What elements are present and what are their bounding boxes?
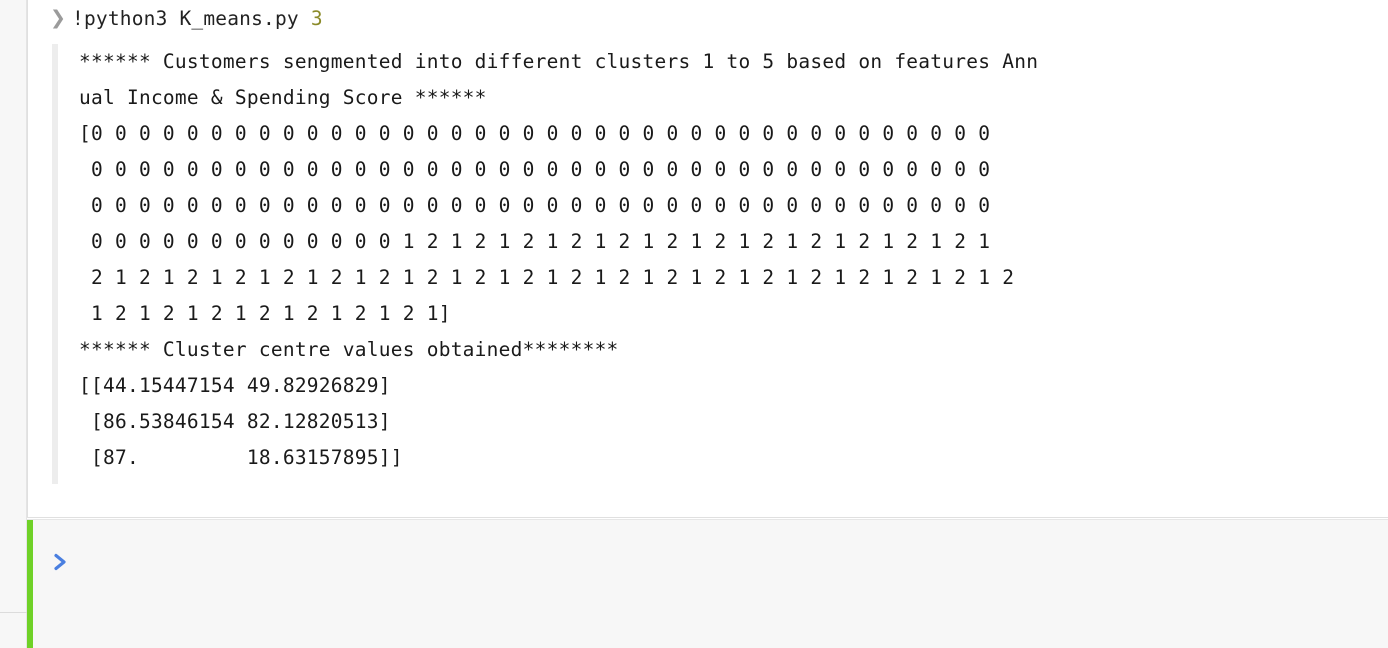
output-accent-bar xyxy=(52,44,58,484)
output-line-7: 1 2 1 2 1 2 1 2 1 2 1 2 1 2 1] xyxy=(79,302,451,325)
gutter-divider xyxy=(0,612,27,613)
code-command-text: !python3 K_means.py xyxy=(72,6,311,30)
output-stdout-text: ****** Customers sengmented into differe… xyxy=(79,44,1382,476)
code-argument-token: 3 xyxy=(310,6,323,30)
executed-code-cell[interactable]: ❯ !python3 K_means.py 3 ****** Customers… xyxy=(27,0,1388,518)
code-input-line[interactable]: !python3 K_means.py 3 xyxy=(72,7,323,30)
output-line-8: ****** Cluster centre values obtained***… xyxy=(79,338,619,361)
output-line-0: ****** Customers sengmented into differe… xyxy=(79,50,1039,73)
output-line-1: ual Income & Spending Score ****** xyxy=(79,86,487,109)
run-cell-icon[interactable] xyxy=(45,547,75,577)
active-cell-accent-bar xyxy=(27,520,33,648)
output-line-4: 0 0 0 0 0 0 0 0 0 0 0 0 0 0 0 0 0 0 0 0 … xyxy=(79,194,991,217)
cell-input-row[interactable]: ❯ !python3 K_means.py 3 xyxy=(28,0,323,36)
output-line-11: [87. 18.63157895]] xyxy=(79,446,403,469)
output-line-3: 0 0 0 0 0 0 0 0 0 0 0 0 0 0 0 0 0 0 0 0 … xyxy=(79,158,991,181)
chevron-right-icon[interactable]: ❯ xyxy=(44,8,72,28)
output-line-6: 2 1 2 1 2 1 2 1 2 1 2 1 2 1 2 1 2 1 2 1 … xyxy=(79,266,1015,289)
cell-output-area: ****** Customers sengmented into differe… xyxy=(52,44,1382,484)
output-line-10: [86.53846154 82.12820513] xyxy=(79,410,391,433)
active-empty-cell[interactable] xyxy=(27,519,1388,648)
output-line-9: [[44.15447154 49.82926829] xyxy=(79,374,391,397)
output-line-2: [0 0 0 0 0 0 0 0 0 0 0 0 0 0 0 0 0 0 0 0… xyxy=(79,122,991,145)
output-line-5: 0 0 0 0 0 0 0 0 0 0 0 0 0 1 2 1 2 1 2 1 … xyxy=(79,230,991,253)
notebook-root: ❯ !python3 K_means.py 3 ****** Customers… xyxy=(0,0,1388,648)
left-gutter xyxy=(0,0,27,648)
